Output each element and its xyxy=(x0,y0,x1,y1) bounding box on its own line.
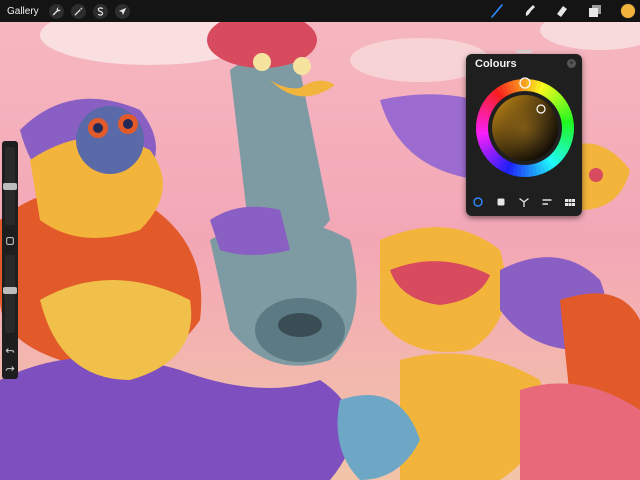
value-mode-icon[interactable] xyxy=(540,195,554,209)
brush-size-slider[interactable] xyxy=(3,147,17,225)
brush-icon[interactable] xyxy=(488,2,506,20)
current-color-swatch[interactable] xyxy=(620,3,636,19)
opacity-slider[interactable] xyxy=(3,255,17,333)
selection-s-icon[interactable] xyxy=(92,3,108,19)
classic-mode-icon[interactable] xyxy=(494,195,508,209)
opacity-handle[interactable] xyxy=(3,286,17,294)
panel-drag-handle[interactable] xyxy=(516,50,532,53)
colour-disc[interactable] xyxy=(471,74,579,182)
palettes-mode-icon[interactable] xyxy=(563,195,577,209)
redo-icon[interactable] xyxy=(4,363,16,375)
eraser-icon[interactable] xyxy=(553,2,571,20)
harmony-mode-icon[interactable] xyxy=(517,195,531,209)
colours-panel: Colours × xyxy=(466,50,582,216)
brush-size-handle[interactable] xyxy=(3,182,17,190)
smudge-icon[interactable] xyxy=(521,2,539,20)
magic-wand-icon[interactable] xyxy=(70,3,86,19)
top-toolbar: Gallery xyxy=(0,0,640,22)
close-icon[interactable]: × xyxy=(567,59,576,68)
layers-icon[interactable] xyxy=(586,2,604,20)
left-sidebar xyxy=(2,141,18,379)
colours-title: Colours xyxy=(475,58,517,70)
arrow-cursor-icon[interactable] xyxy=(114,3,130,19)
colour-mode-tabs xyxy=(466,192,582,212)
square-icon[interactable] xyxy=(4,235,16,247)
gallery-button[interactable]: Gallery xyxy=(7,6,39,17)
undo-icon[interactable] xyxy=(4,345,16,357)
disc-mode-icon[interactable] xyxy=(471,195,485,209)
wrench-icon[interactable] xyxy=(48,3,64,19)
